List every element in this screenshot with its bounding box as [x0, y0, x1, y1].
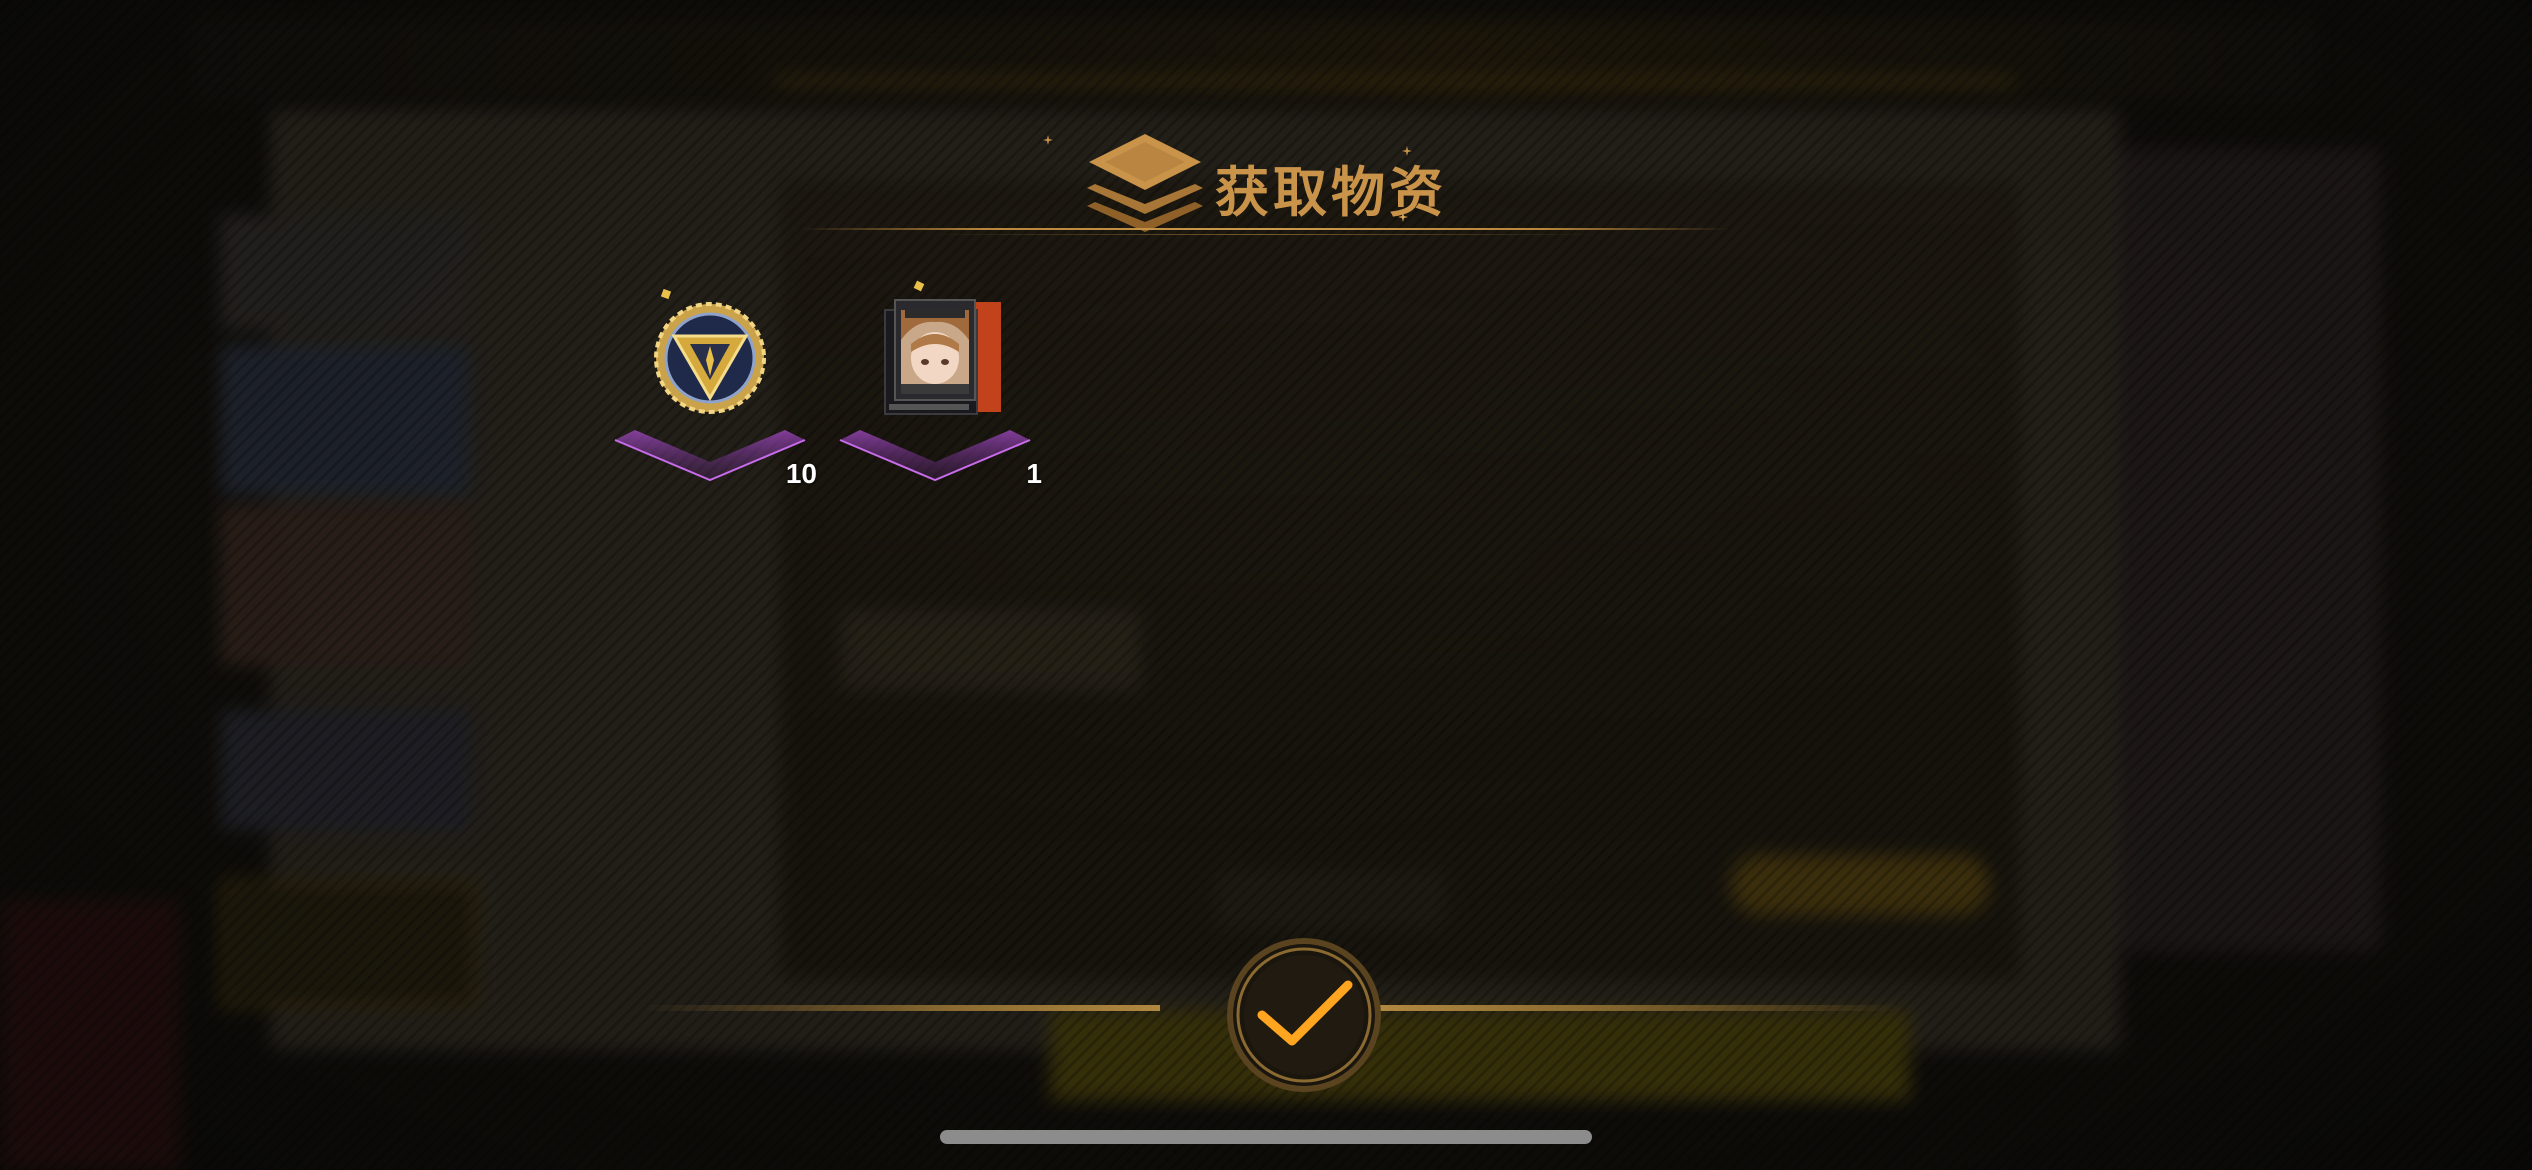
layered-stack-icon — [1087, 134, 1203, 232]
reward-quantity: 10 — [785, 458, 817, 489]
reward-screen: 获取物资 10 1 — [0, 0, 2532, 1170]
dialog-header: 获取物资 — [800, 120, 1730, 250]
home-indicator[interactable] — [940, 1130, 1592, 1144]
character-portrait-card-icon — [884, 280, 1001, 415]
sparkle-icon — [1043, 135, 1053, 145]
confirm-button[interactable] — [1224, 935, 1384, 1095]
dialog-title: 获取物资 — [1215, 160, 1447, 224]
reward-quantity: 1 — [1026, 458, 1042, 489]
title-divider-secondary — [930, 234, 1600, 235]
reward-item-badge[interactable]: 10 — [595, 270, 825, 490]
title-divider — [800, 228, 1730, 230]
reward-item-character-card[interactable]: 1 — [820, 270, 1050, 490]
triangle-emblem-badge-icon — [654, 288, 766, 414]
